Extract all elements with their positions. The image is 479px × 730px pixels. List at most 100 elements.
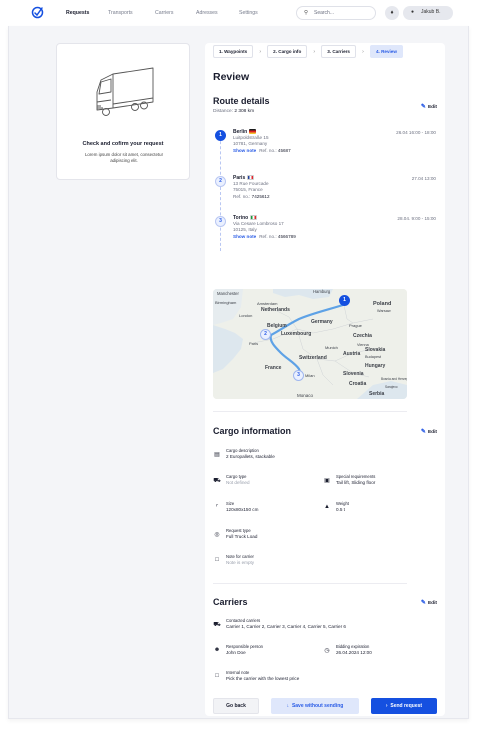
person-icon: ☻ — [213, 647, 221, 653]
waypoint-3: Torino Via Cesare Lombroso 17 10125, Ita… — [233, 215, 296, 239]
waypoint-city: Paris — [233, 175, 246, 181]
route-map[interactable]: Manchester Hamburg Birmingham Amsterdam Neth… — [213, 289, 407, 399]
search-icon: ⚲ — [304, 10, 309, 16]
step-waypoints[interactable]: 1. Waypoints — [213, 45, 254, 58]
route-edit-button[interactable]: ✎ Edit — [421, 103, 437, 110]
waypoint-city: Torino — [233, 215, 249, 221]
map-label: Milan — [305, 373, 315, 378]
step-cargo-info[interactable]: 2. Cargo info — [267, 45, 308, 58]
user-menu-button[interactable]: ● Jakub B. — [403, 6, 453, 20]
weight-field: Weight 0.5 t — [336, 501, 349, 513]
map-label: Manchester — [217, 291, 239, 296]
top-navigation: Requests Transports Carriers Adresses Se… — [0, 0, 479, 26]
save-without-sending-button[interactable]: ↓ Save without sending — [271, 698, 359, 714]
waypoint-date: 27.04 13:00 — [411, 176, 436, 181]
show-note-link[interactable]: Show note — [233, 148, 256, 153]
divider — [213, 583, 407, 584]
map-label: Slovakia — [365, 347, 386, 353]
show-note-link[interactable]: Show note — [233, 234, 256, 239]
italy-flag-icon — [250, 215, 258, 221]
map-label: Germany — [311, 319, 333, 325]
go-back-button[interactable]: Go back — [213, 698, 259, 714]
map-label: Monaco — [297, 393, 314, 398]
note-icon: □ — [215, 673, 219, 679]
waypoint-2: Paris 13 Rue Fourcade 75015, France Ref.… — [233, 175, 270, 199]
contacted-carriers-field: Contacted carriers Carrier 1, Carrier 2,… — [226, 618, 346, 630]
cargo-info-heading: Cargo information — [213, 426, 291, 436]
size-field: Size 120x80x150 cm — [226, 501, 259, 513]
waypoint-pin-1: 1 — [215, 130, 226, 141]
carriers-icon: ⛟ — [213, 622, 221, 628]
map-label: Croatia — [349, 381, 367, 387]
chevron-right-icon: › — [259, 48, 261, 55]
chevron-right-icon: › — [313, 48, 316, 55]
send-request-button[interactable]: › Send request — [371, 698, 437, 714]
special-requirements-field: Special requirements Tail lift, Sliding … — [336, 474, 376, 486]
special-requirements-icon: ▣ — [324, 478, 330, 484]
waypoint-1: Berlin Luitpoldstraße 15 10781, Germany … — [233, 129, 291, 153]
notification-bell-icon[interactable]: ♦ — [385, 6, 399, 20]
cargo-description-field: Cargo description 2 Europallets, stackab… — [226, 448, 275, 460]
france-flag-icon — [247, 175, 255, 181]
map-pin-1[interactable]: 1 — [339, 295, 350, 306]
size-icon: ⌜ — [215, 505, 219, 511]
carriers-edit-button[interactable]: ✎ Edit — [421, 599, 437, 606]
clock-icon: ◷ — [324, 648, 330, 654]
nav-settings[interactable]: Settings — [239, 10, 258, 16]
map-pin-3[interactable]: 3 — [293, 370, 304, 381]
cargo-edit-button[interactable]: ✎ Edit — [421, 428, 437, 435]
map-label: Austria — [343, 351, 361, 357]
main-frame: Check and cofirm your request Lorem ipsu… — [8, 26, 469, 719]
waypoint-ref: 7425612 — [251, 193, 270, 199]
map-label: Poland — [373, 301, 392, 307]
request-type-field: Request type Full Truck Load — [226, 528, 258, 540]
logo-icon[interactable] — [31, 6, 44, 19]
truck-icon: ⛟ — [213, 478, 221, 484]
map-pin-2[interactable]: 2 — [260, 329, 271, 340]
waypoint-ref: 45687 — [277, 147, 291, 153]
review-card: 1. Waypoints › 2. Cargo info › 3. Carrie… — [205, 43, 445, 716]
step-carriers[interactable]: 3. Carriers — [321, 45, 356, 58]
cargo-type-field: Cargo type Not defined — [226, 474, 250, 486]
waypoint-ref: 4566789 — [277, 233, 296, 239]
waypoint-date: 26.04 16:00 - 18:00 — [396, 130, 436, 135]
stepper: 1. Waypoints › 2. Cargo info › 3. Carrie… — [213, 45, 403, 58]
map-label: Budapest — [365, 355, 382, 359]
info-card-text: Lorem ipsum dolor sit amet, consectetur … — [84, 152, 164, 163]
request-type-icon: ◎ — [214, 532, 220, 538]
map-label: Amsterdam — [257, 301, 278, 306]
divider — [213, 411, 407, 412]
map-label: Birmingham — [215, 300, 237, 305]
map-label: Hamburg — [313, 289, 331, 294]
pencil-icon: ✎ — [420, 600, 426, 606]
route-timeline — [220, 131, 221, 251]
search-placeholder: Search... — [314, 10, 335, 16]
note-icon: □ — [215, 557, 219, 563]
internal-note-field: Internal note Pick the carrier with the … — [226, 670, 300, 682]
pencil-icon: ✎ — [420, 104, 426, 110]
step-review[interactable]: 4. Review — [369, 45, 403, 58]
info-card: Check and cofirm your request Lorem ipsu… — [56, 43, 190, 180]
waypoint-city: Berlin — [233, 129, 248, 135]
bidding-expiration-field: Bidding expiration 26.04.2024 12:00 — [336, 644, 372, 656]
user-icon: ● — [411, 9, 415, 15]
download-arrow-icon: ↓ — [286, 703, 290, 709]
responsible-person-field: Responsible person John Doe — [226, 644, 264, 656]
map-label: Slovenia — [343, 371, 364, 377]
nav-requests[interactable]: Requests — [66, 10, 89, 16]
info-card-title: Check and cofirm your request — [82, 141, 164, 147]
map-label: Belgium — [267, 323, 287, 329]
germany-flag-icon — [249, 129, 257, 135]
map-label: Serbia — [369, 391, 385, 397]
map-label: Prague — [349, 323, 362, 328]
nav-carriers[interactable]: Carriers — [155, 10, 173, 16]
waypoint-date: 28.04. 9:00 - 15:00 — [397, 216, 436, 221]
waypoint-pin-2: 2 — [215, 176, 226, 187]
carriers-heading: Carriers — [213, 597, 248, 607]
nav-transports[interactable]: Transports — [108, 10, 133, 16]
nav-adresses[interactable]: Adresses — [196, 10, 218, 16]
search-input[interactable]: ⚲ Search... — [296, 6, 376, 20]
map-label: Munich — [325, 345, 338, 350]
map-label: Netherlands — [261, 307, 290, 313]
waypoint-pin-3: 3 — [215, 216, 226, 227]
